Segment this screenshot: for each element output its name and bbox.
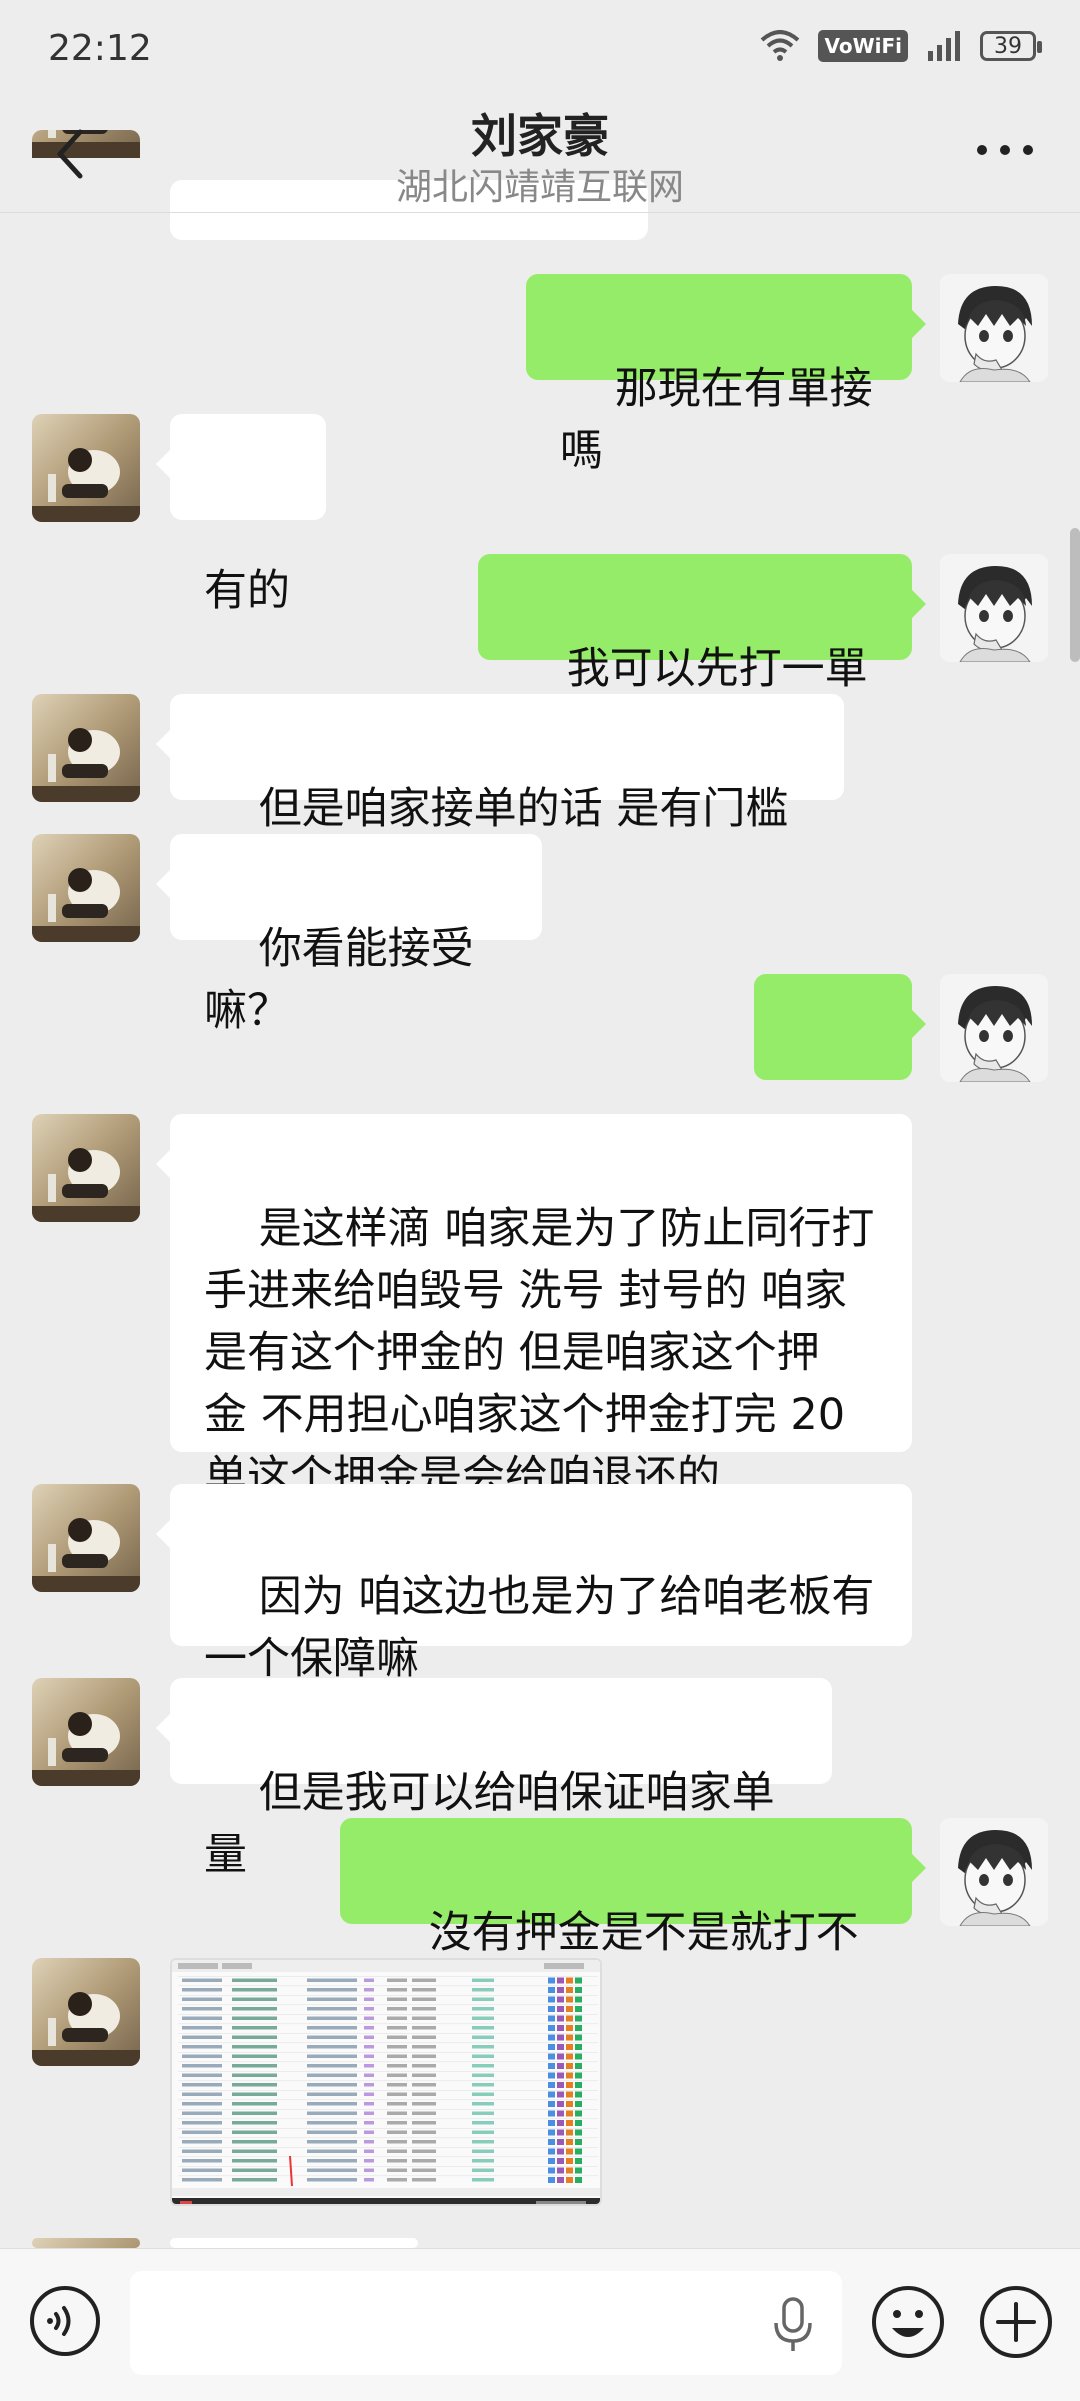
chat-area[interactable]: 那現在有單接嗎 有的 我可以先打一單嗎 但是咱家接单的话 是有门槛的 你看能接受…	[0, 0, 1080, 2248]
message-bubble-partial[interactable]	[170, 2238, 418, 2248]
back-button[interactable]	[36, 118, 106, 188]
message-bubble-incoming[interactable]: 有的	[156, 414, 326, 616]
page-subtitle: 湖北闪靖靖互联网	[395, 167, 684, 208]
my-avatar[interactable]	[940, 1818, 1048, 1926]
emoji-icon	[872, 2286, 944, 2358]
my-avatar[interactable]	[940, 554, 1048, 662]
microphone-button[interactable]	[768, 2295, 818, 2355]
emoji-button[interactable]	[870, 2284, 946, 2360]
header-divider	[0, 212, 1080, 213]
battery-icon: 39	[980, 31, 1042, 61]
contact-avatar[interactable]	[32, 1114, 140, 1222]
signal-icon	[928, 31, 960, 61]
message-bubble-outgoing[interactable]: 你說	[754, 974, 926, 1176]
status-bar: 22:12 VoWiFi 39	[0, 0, 1080, 100]
my-avatar[interactable]	[940, 974, 1048, 1082]
contact-avatar[interactable]	[32, 1678, 140, 1786]
message-text: 那現在有單接嗎	[560, 364, 873, 476]
microphone-icon	[774, 2297, 812, 2351]
contact-avatar[interactable]	[32, 694, 140, 802]
message-bubble-incoming[interactable]: 因为 咱这边也是为了给咱老板有 一个保障嘛	[156, 1484, 912, 1684]
plus-circle-icon	[980, 2286, 1052, 2358]
vowifi-badge: VoWiFi	[818, 30, 908, 62]
message-bubble-incoming[interactable]: 但是咱家接单的话 是有门槛的	[156, 694, 844, 896]
message-bubble-incoming[interactable]: 是这样滴 咱家是为了防止同行打 手进来给咱毁号 洗号 封号的 咱家 是有这个押金…	[156, 1114, 912, 1502]
contact-avatar[interactable]	[32, 414, 140, 522]
status-icons: VoWiFi 39	[760, 30, 1042, 62]
wifi-icon	[761, 30, 800, 61]
image-message-spreadsheet[interactable]	[170, 1958, 602, 2206]
scrollbar[interactable]	[1070, 528, 1080, 662]
message-bubble-outgoing[interactable]: 那現在有單接嗎	[526, 274, 926, 476]
more-button[interactable]	[970, 126, 1040, 176]
input-bar	[0, 2248, 1080, 2401]
message-input[interactable]	[130, 2271, 842, 2375]
contact-avatar[interactable]	[32, 1958, 140, 2066]
more-dots-icon	[977, 145, 1033, 155]
page-title: 刘家豪	[471, 109, 609, 163]
message-text: 有的	[204, 566, 290, 616]
my-avatar[interactable]	[940, 274, 1048, 382]
message-bubble-outgoing[interactable]: 沒有押金是不是就打不了	[340, 1818, 926, 2020]
contact-avatar[interactable]	[32, 834, 140, 942]
chevron-left-icon	[57, 129, 83, 179]
voice-button[interactable]	[28, 2284, 102, 2358]
contact-avatar[interactable]	[32, 1484, 140, 1592]
message-text: 因为 咱这边也是为了给咱老板有 一个保障嘛	[204, 1572, 875, 1684]
plus-button[interactable]	[978, 2284, 1054, 2360]
contact-avatar[interactable]	[32, 2238, 140, 2248]
status-time: 22:12	[48, 28, 152, 69]
message-bubble-incoming[interactable]: 但是我可以给咱保证咱家单量	[156, 1678, 832, 1880]
chat-header: 刘家豪 湖北闪靖靖互联网	[0, 100, 1080, 212]
message-text: 是这样滴 咱家是为了防止同行打 手进来给咱毁号 洗号 封号的 咱家 是有这个押金…	[204, 1204, 875, 1502]
message-bubble-outgoing[interactable]: 我可以先打一單嗎	[478, 554, 926, 756]
voice-icon	[30, 2286, 100, 2356]
message-bubble-incoming[interactable]: 你看能接受嘛？	[156, 834, 542, 1036]
message-text: 你看能接受嘛？	[204, 924, 474, 1036]
